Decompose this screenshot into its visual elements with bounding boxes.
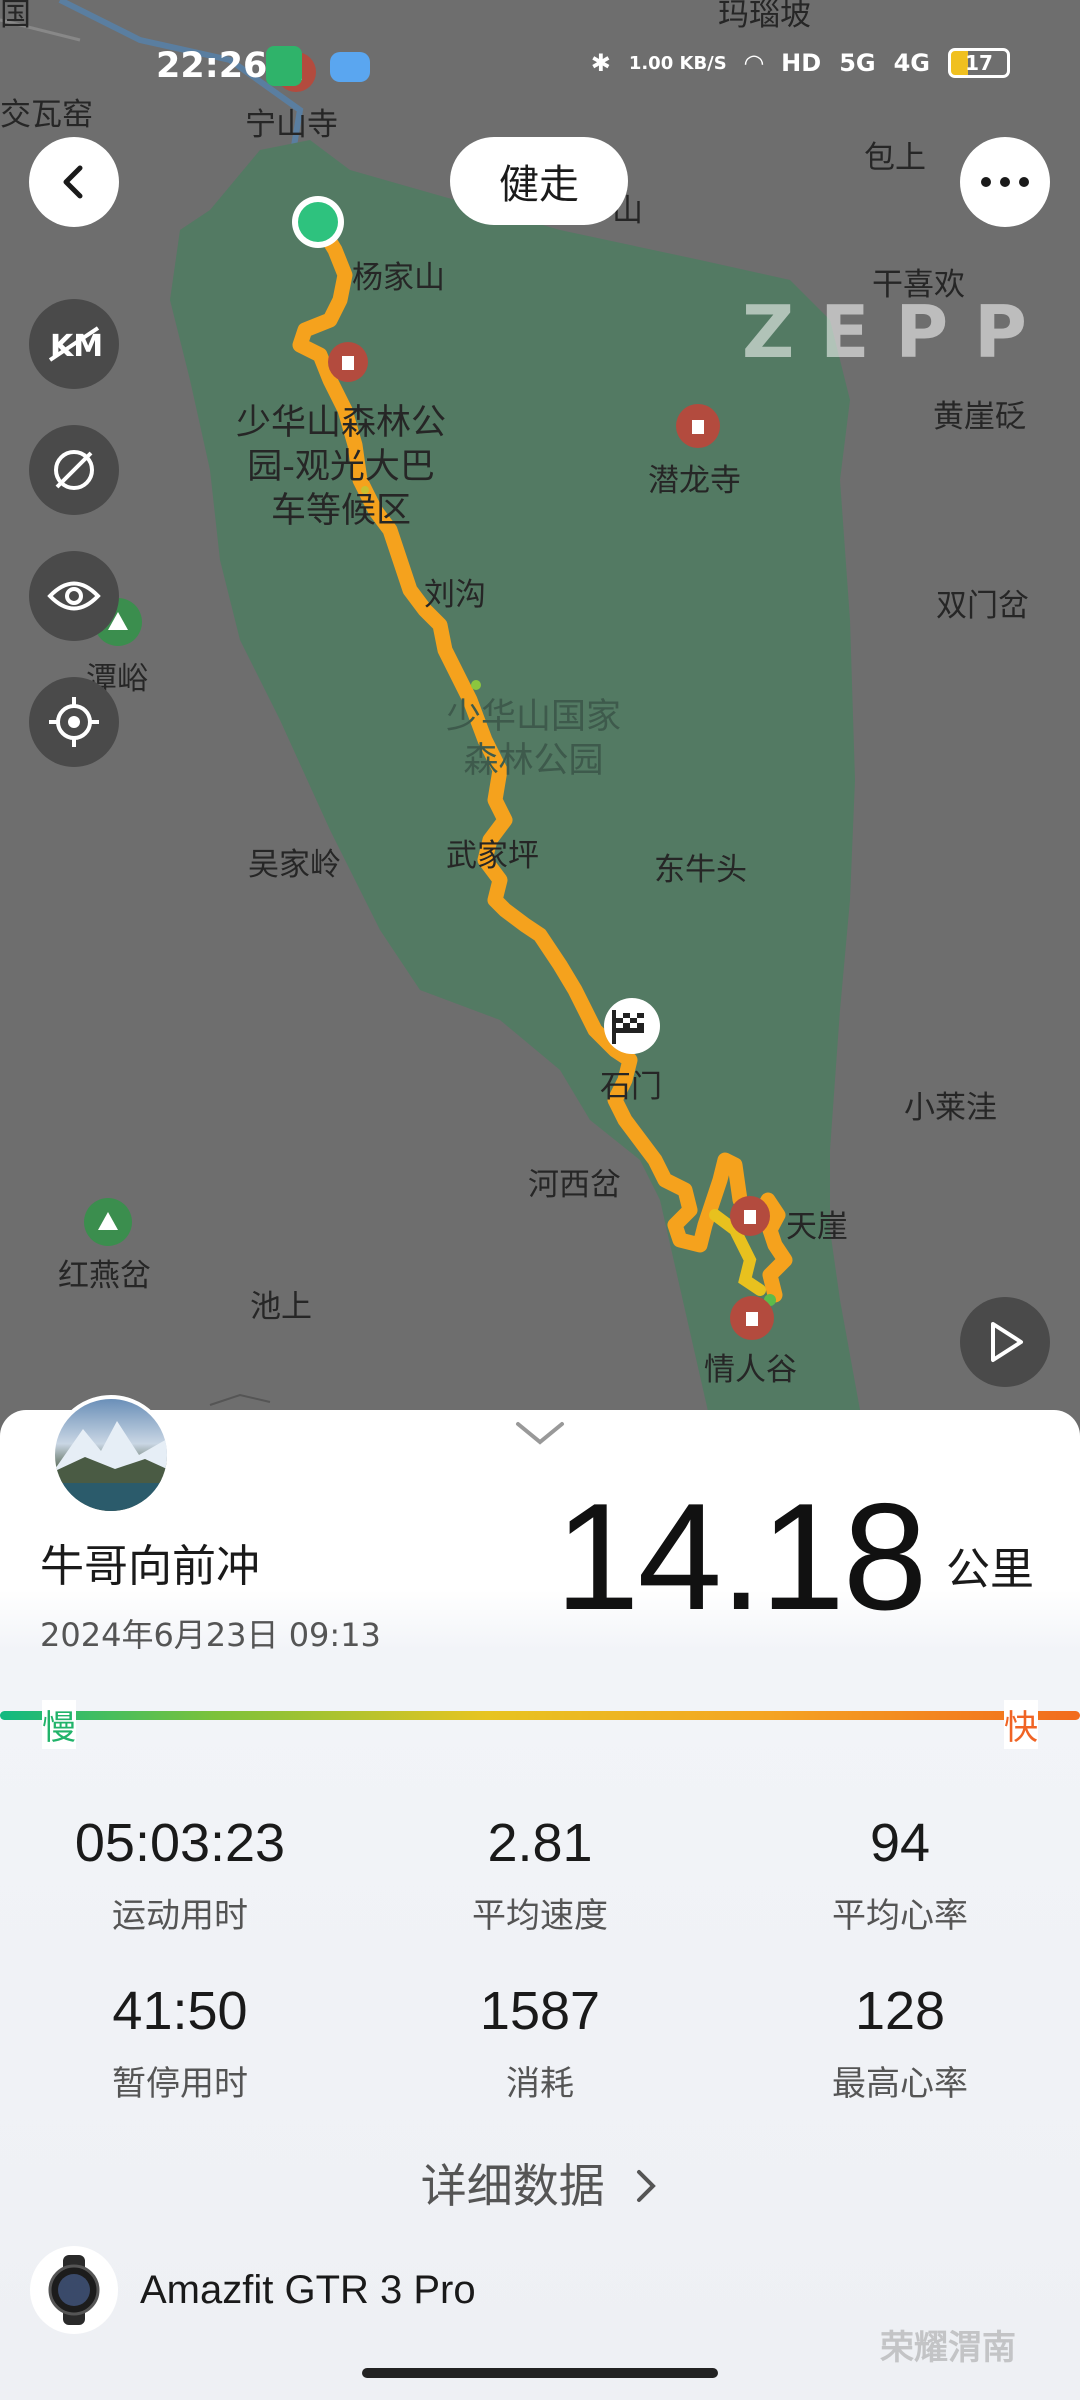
km-marker-toggle[interactable]: KM <box>29 299 119 389</box>
more-icon <box>981 177 1029 187</box>
stat-pause-time: 41:50 暂停用时 <box>0 1980 360 2105</box>
bluetooth-icon: ✱ <box>590 49 611 77</box>
map-label-hongyancha: 红燕岔 <box>58 1258 151 1294</box>
stat-label: 运动用时 <box>112 1896 248 1936</box>
distance-value: 14.18 <box>555 1472 927 1642</box>
eye-icon <box>47 581 101 611</box>
stat-value: 94 <box>869 1813 931 1873</box>
locate-button[interactable] <box>29 677 119 767</box>
hd-icon: HD <box>781 49 822 77</box>
hide-track-toggle[interactable] <box>29 425 119 515</box>
device-name: Amazfit GTR 3 Pro <box>140 2267 476 2312</box>
fast-label: 快 <box>1004 1700 1038 1749</box>
map-label-guo: 国 <box>0 0 31 33</box>
map-label-national-park: 少华山国家 森林公园 <box>446 697 622 781</box>
map-label-chishang: 池上 <box>250 1289 312 1325</box>
map-label-shuangmencha: 双门岔 <box>936 588 1029 624</box>
watch-icon <box>30 2246 118 2334</box>
workout-datetime: 2024年6月23日 09:13 <box>40 1616 381 1654</box>
stat-value: 128 <box>854 1981 946 2041</box>
stat-value: 05:03:23 <box>74 1813 286 1873</box>
stat-label: 最高心率 <box>832 2064 968 2104</box>
signal-5g-icon: 5G <box>839 49 876 77</box>
back-button[interactable] <box>29 137 119 227</box>
map-label-hexicha: 河西岔 <box>528 1167 621 1203</box>
map-label-scenic-area: 少华山森林公 园-观光大巴 车等候区 <box>236 403 447 531</box>
sport-mode-pill[interactable]: 健走 <box>450 137 628 225</box>
hide-icon <box>54 450 94 490</box>
wifi-icon: ◠ <box>744 49 764 77</box>
play-track-button[interactable] <box>960 1297 1050 1387</box>
signal-4g-icon: 4G <box>893 49 930 77</box>
chevron-down-icon[interactable] <box>514 1420 566 1446</box>
app-notification-icon <box>266 46 302 86</box>
more-button[interactable] <box>960 137 1050 227</box>
watermark: 荣耀渭南 <box>880 2328 1016 2368</box>
slow-label: 慢 <box>42 1700 76 1749</box>
stat-label: 消耗 <box>506 2064 574 2104</box>
stat-label: 暂停用时 <box>112 2064 248 2104</box>
stat-label: 平均心率 <box>832 1896 968 1936</box>
map-label-qingrengu: 情人谷 <box>704 1352 797 1388</box>
locate-icon <box>49 697 99 747</box>
stat-value: 41:50 <box>112 1981 248 2041</box>
map-label-tianya: 天崖 <box>786 1209 848 1245</box>
stat-calories: 1587 消耗 <box>360 1980 720 2105</box>
distance-unit: 公里 <box>946 1544 1034 1595</box>
map-label-yangjiashan: 杨家山 <box>352 260 445 296</box>
map-label-xiaolaiwa: 小莱洼 <box>904 1090 997 1126</box>
avatar[interactable] <box>51 1395 171 1515</box>
map-label-jiaowagu: 交瓦窑 <box>0 97 93 133</box>
view-toggle[interactable] <box>29 551 119 641</box>
stat-avg-speed: 2.81 平均速度 <box>360 1812 720 1937</box>
device-row[interactable]: Amazfit GTR 3 Pro <box>30 2246 476 2334</box>
map-label-ningshansi: 宁山寺 <box>245 107 338 143</box>
stat-label: 平均速度 <box>472 1896 608 1936</box>
play-icon <box>991 1322 1023 1362</box>
status-bar: 22:26 ✱ 1.00 KB/S ◠ HD 5G 4G 17 <box>0 40 1080 100</box>
km-icon: KM <box>48 326 102 364</box>
stat-value: 2.81 <box>487 1813 593 1873</box>
speed-legend-bar <box>0 1711 1080 1720</box>
detail-data-link[interactable]: 详细数据 <box>0 2150 1080 2216</box>
home-indicator[interactable] <box>362 2368 718 2378</box>
detail-data-label: 详细数据 <box>420 2159 605 2213</box>
map-label-wuguanping: 武家坪 <box>446 838 539 874</box>
stat-duration: 05:03:23 运动用时 <box>0 1812 360 1937</box>
stat-avg-heart-rate: 94 平均心率 <box>720 1812 1080 1937</box>
weather-icon <box>330 52 370 82</box>
map-label-huangyaling: 黄崖砭 <box>933 399 1026 435</box>
map-label-yaolapo: 玛瑙坡 <box>718 0 811 33</box>
map-label-qianlongsi: 潜龙寺 <box>648 463 741 499</box>
map-label-shimen: 石门 <box>600 1069 662 1105</box>
zepp-logo: ZEPP <box>742 290 1053 374</box>
battery-icon: 17 <box>948 48 1010 78</box>
map-label-baoshang: 包上 <box>864 140 926 176</box>
map-label-dongniutou: 东牛头 <box>654 852 747 888</box>
svg-text:KM: KM <box>50 329 102 364</box>
chevron-right-icon <box>637 2170 657 2202</box>
username: 牛哥向前冲 <box>40 1541 260 1592</box>
map-label-liugou: 刘沟 <box>424 577 486 613</box>
back-icon <box>63 165 83 199</box>
stat-max-heart-rate: 128 最高心率 <box>720 1980 1080 2105</box>
map-label-wujialing: 吴家岭 <box>248 847 341 883</box>
net-speed: 1.00 KB/S <box>628 52 727 74</box>
status-time: 22:26 <box>156 46 268 86</box>
stat-value: 1587 <box>479 1981 601 2041</box>
